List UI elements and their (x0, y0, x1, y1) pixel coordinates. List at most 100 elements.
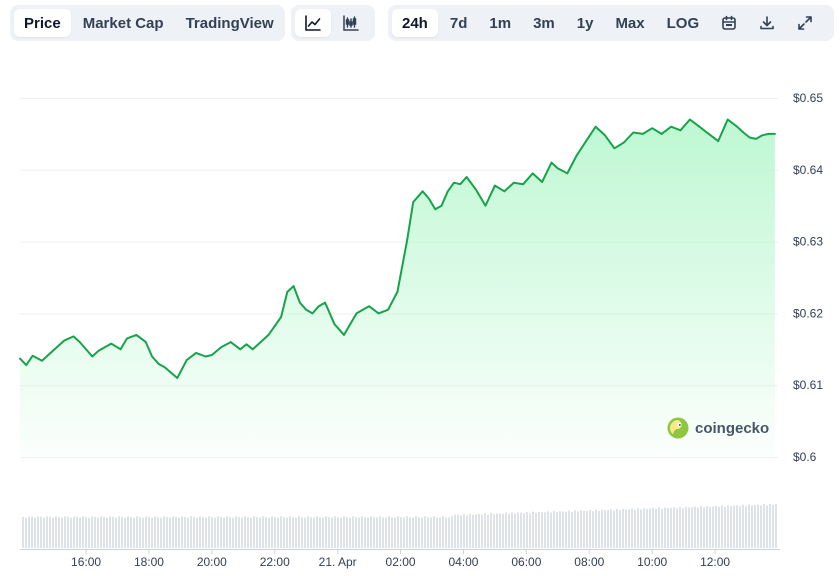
volume-bar (208, 516, 210, 548)
volume-bar (52, 517, 54, 548)
volume-bar (751, 505, 753, 548)
volume-bar (574, 510, 576, 548)
volume-bar (676, 508, 678, 548)
volume-bar (592, 511, 594, 548)
volume-bar (679, 506, 681, 548)
volume-bar (202, 517, 204, 548)
volume-bar (568, 510, 570, 548)
volume-bar (487, 514, 489, 548)
volume-bar (415, 516, 417, 548)
volume-bar (43, 517, 45, 548)
y-tick-label: $0.61 (793, 378, 823, 392)
volume-bar (118, 516, 120, 548)
volume-bar (760, 505, 762, 548)
volume-bar (754, 505, 756, 548)
volume-bar (478, 513, 480, 548)
y-tick-label: $0.63 (793, 235, 823, 249)
volume-bar (583, 510, 585, 548)
volume-bar (169, 517, 171, 548)
volume-bar (739, 506, 741, 548)
volume-bar (700, 506, 702, 548)
volume-bar (61, 517, 63, 548)
volume-bar (115, 517, 117, 548)
volume-bar (586, 510, 588, 548)
volume-bar (547, 511, 549, 548)
volume-bar (550, 512, 552, 548)
volume-bar (652, 507, 654, 548)
price-chart[interactable]: $0.6 $0.61 $0.62 $0.63 $0.64 $0.65 16:00 18:00… (0, 0, 840, 576)
volume-bar (259, 517, 261, 548)
volume-bar (325, 516, 327, 548)
volume-bar (124, 517, 126, 548)
volume-bar (421, 517, 423, 548)
volume-bar (562, 511, 564, 548)
volume-bar (256, 517, 258, 548)
volume-bar (481, 514, 483, 548)
volume-bar (406, 516, 408, 548)
volume-bar (85, 516, 87, 548)
volume-bar (469, 513, 471, 548)
volume-bar (523, 513, 525, 548)
volume-bar (181, 516, 183, 548)
volume-bar (25, 517, 27, 548)
volume-bar (391, 517, 393, 548)
volume-bar (439, 517, 441, 548)
volume-bar (538, 511, 540, 548)
x-tick-label: 22:00 (260, 555, 290, 569)
volume-bar (613, 510, 615, 548)
volume-bar (337, 517, 339, 548)
volume-bar (430, 517, 432, 548)
volume-bar (484, 513, 486, 548)
volume-bar (544, 512, 546, 548)
volume-bar (616, 508, 618, 548)
volume-bar (70, 517, 72, 548)
volume-bar (388, 516, 390, 548)
volume-bar (31, 516, 33, 548)
volume-bar (589, 509, 591, 548)
volume-bar (508, 513, 510, 548)
x-tick-label: 10:00 (637, 555, 667, 569)
volume-bar (706, 506, 708, 548)
volume-bar (145, 516, 147, 548)
y-axis: $0.6 $0.61 $0.62 $0.63 $0.64 $0.65 (793, 91, 823, 464)
volume-bar (151, 517, 153, 548)
volume-bar (361, 516, 363, 548)
volume-bar (493, 514, 495, 548)
volume-bar (103, 516, 105, 548)
volume-bar (205, 517, 207, 548)
volume-bar (247, 517, 249, 548)
volume-bar (187, 517, 189, 548)
x-tick-label: 02:00 (386, 555, 416, 569)
volume-bar (226, 516, 228, 548)
volume-bar (526, 511, 528, 548)
volume-bar (463, 513, 465, 548)
volume-bar (280, 516, 282, 548)
volume-bar (628, 509, 630, 548)
volume-bar (88, 517, 90, 548)
volume-bar (472, 514, 474, 548)
volume-bar (97, 517, 99, 548)
volume-bar (442, 516, 444, 548)
volume-bar (211, 517, 213, 548)
x-tick-label: 21. Apr (319, 555, 357, 569)
volume-bar (703, 507, 705, 548)
volume-bar (436, 517, 438, 548)
volume-bar (730, 506, 732, 548)
volume-bar (271, 516, 273, 548)
volume-bar (640, 509, 642, 548)
volume-bar (253, 516, 255, 548)
volume-bar (106, 517, 108, 548)
volume-bar (424, 516, 426, 548)
volume-bar (394, 517, 396, 548)
volume-bar (175, 516, 177, 548)
x-tick-label: 20:00 (197, 555, 227, 569)
x-tick-label: 08:00 (574, 555, 604, 569)
volume-bar (214, 517, 216, 548)
volume-bar (637, 508, 639, 548)
volume-bar (763, 503, 765, 548)
volume-bar (718, 506, 720, 548)
volume-bar (631, 508, 633, 548)
volume-bar (100, 516, 102, 548)
volume-bar (307, 516, 309, 548)
volume-bar (148, 516, 150, 548)
